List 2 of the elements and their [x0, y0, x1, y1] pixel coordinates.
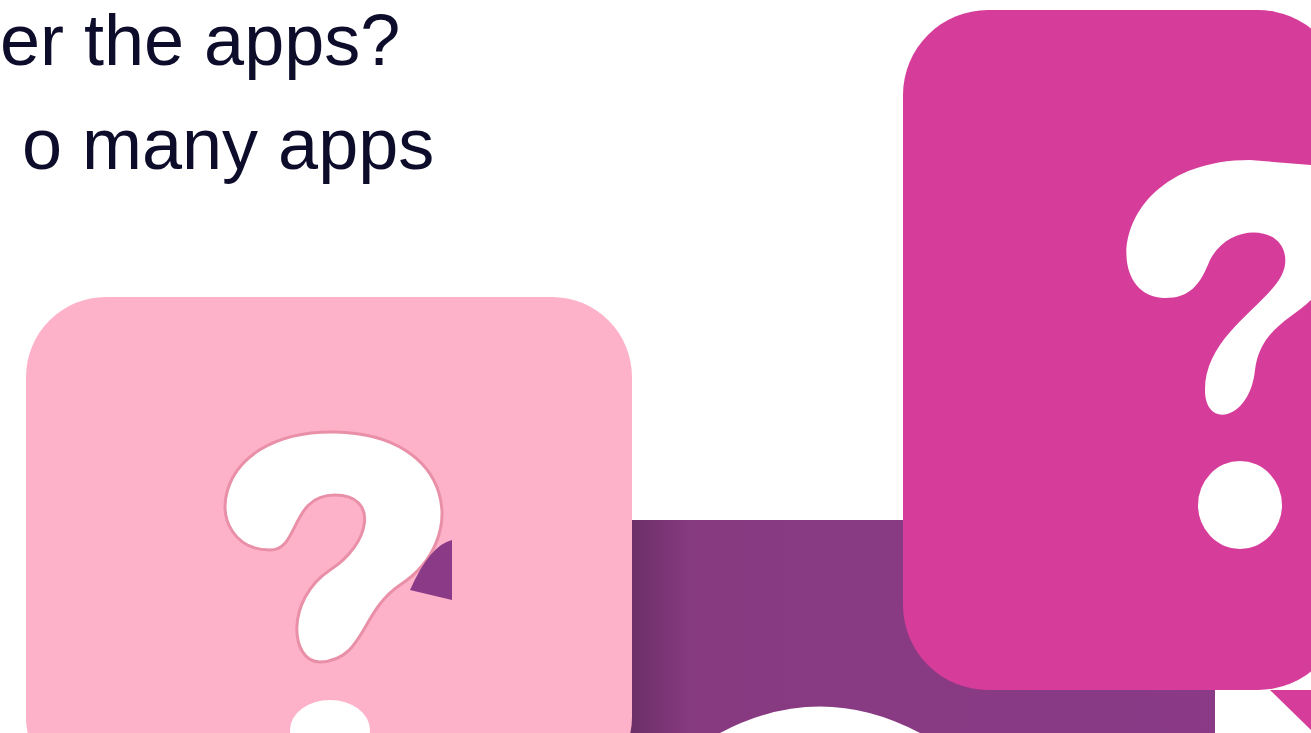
heading-line: o many apps	[21, 103, 435, 186]
heading-line: er the apps?	[0, 0, 402, 82]
